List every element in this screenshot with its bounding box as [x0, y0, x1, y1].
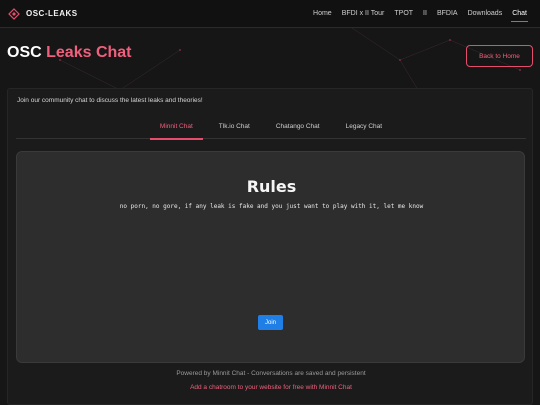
page-title: OSC Leaks Chat — [7, 44, 132, 62]
rules-text: no porn, no gore, if any leak is fake an… — [119, 203, 424, 210]
nav-link-ii[interactable]: II — [418, 0, 432, 28]
join-button[interactable]: Join — [258, 315, 283, 330]
tab-legacy-chat[interactable]: Legacy Chat — [336, 115, 393, 139]
nav-link-bfdi-x-ii-tour[interactable]: BFDI x II Tour — [337, 0, 390, 28]
page-title-accent: Leaks Chat — [46, 44, 132, 61]
tab-tlkio-chat[interactable]: Tlk.io Chat — [209, 115, 260, 139]
chat-panel: Join our community chat to discuss the l… — [7, 88, 533, 405]
chat-tabs: Minnit Chat Tlk.io Chat Chatango Chat Le… — [16, 115, 526, 140]
tab-minnit-chat[interactable]: Minnit Chat — [149, 115, 203, 140]
nav-link-tpot[interactable]: TPOT — [389, 0, 418, 28]
nav-link-home[interactable]: Home — [308, 0, 337, 28]
chat-embed: Rules no porn, no gore, if any leak is f… — [16, 151, 525, 363]
brand-name: OSC-LEAKS — [26, 9, 78, 18]
brand[interactable]: OSC-LEAKS — [8, 7, 78, 20]
back-to-home-button[interactable]: Back to Home — [466, 45, 533, 67]
page-title-prefix: OSC — [7, 44, 42, 61]
top-navbar: OSC-LEAKS Home BFDI x II Tour TPOT II BF… — [0, 0, 540, 28]
tab-chatango-chat[interactable]: Chatango Chat — [266, 115, 330, 139]
nav-link-bfdia[interactable]: BFDIA — [432, 0, 463, 28]
powered-by-text: Powered by Minnit Chat - Conversations a… — [176, 370, 366, 377]
intro-text: Join our community chat to discuss the l… — [17, 97, 203, 104]
diamond-logo-icon — [8, 7, 20, 20]
nav-links: Home BFDI x II Tour TPOT II BFDIA Downlo… — [308, 0, 532, 28]
nav-link-downloads[interactable]: Downloads — [463, 0, 508, 28]
rules-title: Rules — [246, 177, 297, 196]
nav-link-chat[interactable]: Chat — [507, 0, 532, 28]
add-chatroom-link[interactable]: Add a chatroom to your website for free … — [8, 384, 534, 391]
hero-header: OSC Leaks Chat Back to Home — [0, 28, 540, 88]
